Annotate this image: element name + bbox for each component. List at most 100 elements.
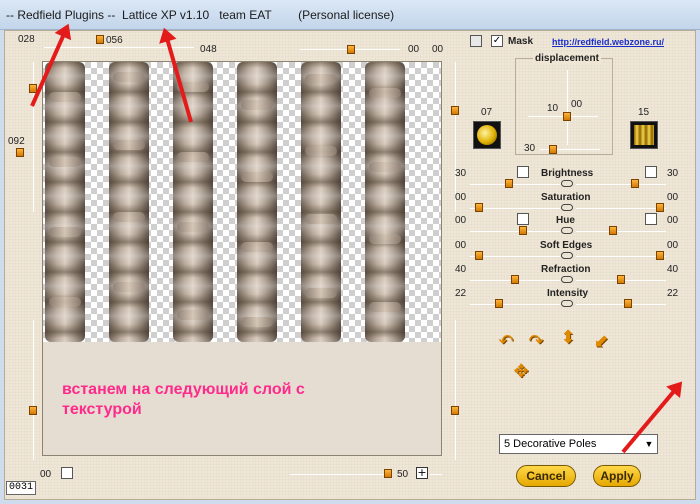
intensity-left-track[interactable] [470, 304, 560, 305]
right-slider-track[interactable] [455, 62, 456, 212]
hue-left-checkbox[interactable] [517, 213, 529, 225]
left-slider-knob[interactable] [16, 148, 24, 157]
pole [365, 62, 405, 342]
top-right-value-b: 00 [432, 44, 444, 55]
intensity-left-knob[interactable] [495, 299, 503, 308]
soft-edges-right-value: 00 [667, 240, 679, 251]
left-lower-slider-track[interactable] [33, 320, 34, 460]
displacement-y-value: 00 [571, 99, 583, 110]
right-slider-knob[interactable] [451, 106, 459, 115]
displacement-bottom-knob[interactable] [549, 145, 557, 154]
intensity-right-track[interactable] [576, 304, 666, 305]
brightness-left-knob[interactable] [505, 179, 513, 188]
saturation-right-track[interactable] [576, 208, 666, 209]
mask-checkbox[interactable]: ✓ [491, 35, 503, 47]
cancel-button[interactable]: Cancel [516, 465, 576, 487]
apply-button[interactable]: Apply [593, 465, 641, 487]
ball-swatch[interactable] [473, 121, 501, 149]
displacement-v-track[interactable] [567, 70, 568, 145]
transparency-icon[interactable] [470, 35, 482, 47]
refraction-left-knob[interactable] [511, 275, 519, 284]
refraction-link-icon[interactable] [561, 276, 573, 283]
top-slider-knob[interactable] [96, 35, 104, 44]
left-slider-value: 092 [8, 136, 25, 147]
bottom-right-value: 50 [397, 469, 409, 480]
chevron-down-icon[interactable]: ▼ [641, 435, 657, 453]
left-swatch-value: 07 [481, 107, 493, 118]
preset-selected: 5 Decorative Poles [504, 438, 597, 450]
refraction-label: Refraction [541, 264, 591, 275]
move-icon[interactable]: ✥ [511, 361, 531, 382]
saturation-left-value: 00 [455, 192, 467, 203]
soft-edges-label: Soft Edges [540, 240, 593, 251]
bottom-slider-knob[interactable] [384, 469, 392, 478]
hue-right-checkbox[interactable] [645, 213, 657, 225]
bottom-slider-end [430, 474, 442, 475]
refraction-right-value: 40 [667, 264, 679, 275]
hue-right-knob[interactable] [609, 226, 617, 235]
counter-box: 0031 [6, 481, 36, 495]
top-right-value-a: 00 [408, 44, 420, 55]
displacement-knob[interactable] [563, 112, 571, 121]
top-right-slider-knob[interactable] [347, 45, 355, 54]
soft-edges-link-icon[interactable] [561, 252, 573, 259]
displacement-bottom-value: 30 [524, 143, 536, 154]
intensity-left-value: 22 [455, 288, 467, 299]
displacement-x-value: 10 [547, 103, 559, 114]
zoom-plus-icon[interactable]: + [416, 467, 428, 479]
brightness-left-checkbox[interactable] [517, 166, 529, 178]
hue-left-knob[interactable] [519, 226, 527, 235]
brightness-right-track[interactable] [576, 184, 666, 185]
hue-left-track[interactable] [470, 231, 560, 232]
intensity-label: Intensity [547, 288, 589, 299]
top-slider-mid-value: 048 [200, 44, 217, 55]
pole [173, 62, 213, 342]
pole [109, 62, 149, 342]
brightness-left-track[interactable] [470, 184, 560, 185]
refraction-left-value: 40 [455, 264, 467, 275]
intensity-link-icon[interactable] [561, 300, 573, 307]
pole [301, 62, 341, 342]
hue-right-value: 00 [667, 215, 679, 226]
right-lower-slider-track[interactable] [455, 320, 456, 460]
soft-edges-right-track[interactable] [576, 256, 666, 257]
soft-edges-right-knob[interactable] [656, 251, 664, 260]
hue-right-track[interactable] [576, 231, 666, 232]
rotate-right-icon[interactable]: ↷ [526, 331, 546, 352]
diagonal-arrow-icon[interactable]: ⬋ [591, 331, 611, 352]
intensity-right-knob[interactable] [624, 299, 632, 308]
window-title: -- Redfield Plugins -- Lattice XP v1.10 … [6, 8, 395, 22]
texture-preview [43, 62, 441, 342]
right-lower-slider-knob[interactable] [451, 406, 459, 415]
saturation-left-knob[interactable] [475, 203, 483, 212]
saturation-right-knob[interactable] [656, 203, 664, 212]
right-swatch-value: 15 [638, 107, 650, 118]
brightness-left-value: 30 [455, 168, 467, 179]
top-slider-knob-value: 056 [106, 35, 123, 46]
left-lower-slider-knob[interactable] [29, 406, 37, 415]
top-slider-left-value: 028 [18, 34, 35, 45]
displacement-title: displacement [533, 53, 601, 64]
tile-swatch[interactable] [630, 121, 658, 149]
saturation-left-track[interactable] [470, 208, 560, 209]
brightness-right-checkbox[interactable] [645, 166, 657, 178]
bottom-left-checkbox[interactable] [61, 467, 73, 479]
brightness-right-value: 30 [667, 168, 679, 179]
pole [45, 62, 85, 342]
bottom-left-value: 00 [40, 469, 52, 480]
refraction-right-knob[interactable] [617, 275, 625, 284]
displacement-box [515, 58, 613, 155]
hue-link-icon[interactable] [561, 227, 573, 234]
title-bar: -- Redfield Plugins -- Lattice XP v1.10 … [0, 0, 700, 30]
soft-edges-left-value: 00 [455, 240, 467, 251]
rotate-left-icon[interactable]: ↶ [496, 331, 516, 352]
saturation-link-icon[interactable] [561, 204, 573, 211]
annotation-text: встанем на следующий слой с текстурой [62, 381, 305, 418]
soft-edges-left-track[interactable] [470, 256, 560, 257]
soft-edges-left-knob[interactable] [475, 251, 483, 260]
bottom-slider-track[interactable] [290, 474, 390, 475]
website-link[interactable]: http://redfield.webzone.ru/ [552, 37, 664, 47]
brightness-right-knob[interactable] [631, 179, 639, 188]
flip-vertical-icon[interactable]: ⬍ [558, 327, 578, 348]
brightness-link-icon[interactable] [561, 180, 573, 187]
